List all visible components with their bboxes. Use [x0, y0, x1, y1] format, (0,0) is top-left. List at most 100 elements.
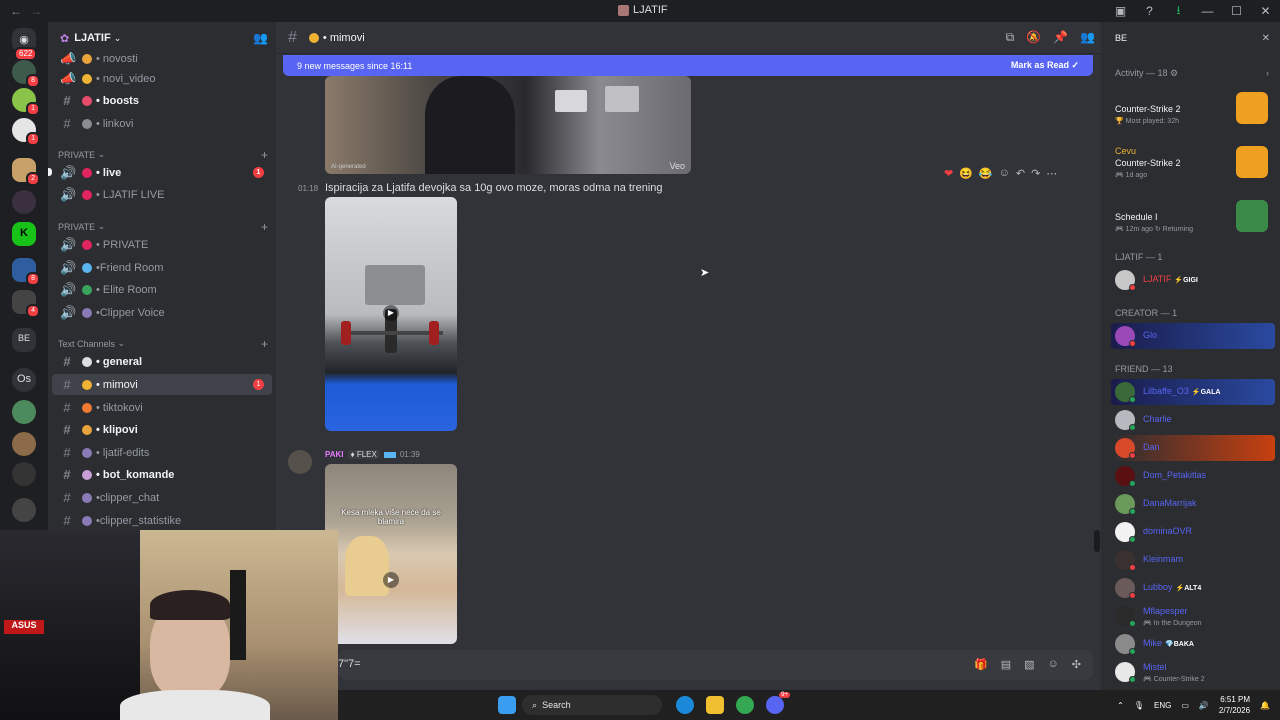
channel-novi-video[interactable]: 📣 • novi_video — [52, 68, 272, 89]
server-icon-1[interactable]: 8 — [12, 60, 40, 88]
activity-header[interactable]: Activity — 18 ⚙ › — [1115, 68, 1275, 79]
heart-reaction-icon[interactable]: ❤ — [944, 167, 953, 180]
member-item[interactable]: LJATIF ⚡GIGI — [1111, 267, 1275, 293]
clock[interactable]: 6:51 PM 2/7/2026 — [1219, 694, 1250, 716]
play-icon[interactable]: ▶ — [383, 572, 399, 588]
member-item[interactable]: dominaOVR — [1111, 519, 1275, 545]
add-reaction-icon[interactable]: ☺ — [999, 167, 1010, 180]
scrollbar[interactable] — [1094, 530, 1100, 552]
edge-icon[interactable] — [676, 696, 694, 714]
channel-tiktokovi[interactable]: # • tiktokovi — [52, 397, 272, 418]
close-window-button[interactable]: ✕ — [1251, 4, 1280, 18]
inbox-icon[interactable]: ▣ — [1106, 4, 1135, 18]
gift-icon[interactable]: 🎁 — [974, 658, 988, 671]
server-icon-2[interactable]: 1 — [12, 88, 40, 116]
member-item[interactable]: Dan — [1111, 435, 1275, 461]
new-messages-bar[interactable]: 9 new messages since 16:11 Mark as Read … — [283, 55, 1093, 76]
maximize-button[interactable]: ☐ — [1222, 4, 1251, 18]
channel-ljatif-edits[interactable]: # • ljatif-edits — [52, 442, 272, 463]
more-options-icon[interactable]: ⋯ — [1046, 167, 1057, 180]
sticker-icon[interactable]: ▧ — [1024, 658, 1034, 671]
apps-icon[interactable]: ✣ — [1072, 658, 1081, 671]
reply-icon[interactable]: ↶ — [1016, 167, 1025, 180]
volume-icon[interactable]: 🔊 — [1199, 701, 1209, 710]
avatar[interactable] — [288, 450, 312, 474]
download-icon[interactable]: ⭳ — [1164, 1, 1193, 22]
direct-messages-button[interactable]: ◉ 622 — [12, 28, 38, 61]
network-icon[interactable]: ▭ — [1181, 701, 1189, 710]
member-item[interactable]: Mistel 🎮 Counter-Strike 2 — [1111, 659, 1275, 685]
channel-linkovi[interactable]: # • linkovi — [52, 113, 272, 134]
category-private-1[interactable]: PRIVATE ⌄ + — [58, 148, 268, 162]
add-channel-icon[interactable]: + — [261, 148, 268, 162]
member-item[interactable]: Mike 💎BAKA — [1111, 631, 1275, 657]
server-icon-8[interactable] — [12, 400, 36, 424]
minimize-button[interactable]: — — [1193, 4, 1222, 18]
channel-clipper-statistike[interactable]: # •clipper_statistike — [52, 510, 272, 530]
clear-search-icon[interactable]: ✕ — [1262, 33, 1270, 44]
forward-icon[interactable]: ↷ — [1031, 167, 1040, 180]
member-item[interactable]: DanaMarrijak — [1111, 491, 1275, 517]
server-icon-10[interactable] — [12, 462, 36, 486]
channel-ljatif-live[interactable]: 🔊 • LJATIF LIVE — [52, 184, 272, 205]
server-icon-11[interactable] — [12, 498, 36, 522]
channel-clipper-voice[interactable]: 🔊 •Clipper Voice — [52, 302, 272, 323]
channel-klipovi[interactable]: # • klipovi — [52, 419, 272, 440]
channel-mimovi[interactable]: # • mimovi 1 — [52, 374, 272, 395]
server-icon-3[interactable]: 1 — [12, 118, 40, 146]
server-icon-os[interactable]: Os — [12, 368, 36, 392]
help-icon[interactable]: ? — [1135, 4, 1164, 18]
composer-input[interactable]: 7"7= — [338, 658, 361, 670]
video-attachment[interactable]: Kesa mleka više neće da se blamira ▶ — [325, 464, 457, 644]
server-icon-9[interactable] — [12, 432, 36, 456]
channel-private[interactable]: 🔊 • PRIVATE — [52, 234, 272, 255]
channel-general[interactable]: # • general — [52, 351, 272, 372]
laugh-reaction-icon[interactable]: 😆 — [959, 167, 973, 180]
server-icon-be[interactable]: BE — [12, 328, 36, 352]
channel-boosts[interactable]: # • boosts — [52, 90, 272, 111]
server-icon-ljatif[interactable]: 2 — [12, 158, 40, 186]
server-icon-kick[interactable]: K — [12, 222, 36, 246]
add-channel-icon[interactable]: + — [261, 220, 268, 234]
forward-arrow-icon[interactable]: → — [30, 4, 42, 18]
add-channel-icon[interactable]: + — [261, 337, 268, 351]
member-item[interactable]: Lubboy ⚡ALT4 — [1111, 575, 1275, 601]
activity-card[interactable]: Schedule I 🎮 12m ago ↻ Returning — [1109, 196, 1272, 242]
discord-icon[interactable]: 9+ — [766, 692, 790, 714]
member-item[interactable]: Lilbaffe_O3 ⚡GALA — [1111, 379, 1275, 405]
member-list-icon[interactable]: 👥 — [1080, 30, 1095, 45]
server-icon-5[interactable] — [12, 190, 36, 214]
back-arrow-icon[interactable]: ← — [10, 4, 22, 18]
video-attachment[interactable]: AI-generated Veo — [325, 76, 691, 174]
taskbar-search[interactable]: ⌕ Search — [522, 695, 662, 715]
notifications-muted-icon[interactable]: 🔕 — [1026, 30, 1041, 45]
server-folder-1[interactable]: 8 — [12, 258, 40, 286]
pin-icon[interactable]: 📌 — [1053, 30, 1068, 45]
threads-icon[interactable]: ⧉ — [1006, 30, 1015, 45]
channel-novosti[interactable]: 📣 • novosti — [52, 48, 272, 69]
channel-elite-room[interactable]: 🔊 • Elite Room — [52, 279, 272, 300]
channel-bot-komande[interactable]: # • bot_komande — [52, 464, 272, 485]
member-item[interactable]: Kleinmam — [1111, 547, 1275, 573]
microphone-icon[interactable]: 🎙 — [1134, 701, 1144, 710]
channel-friend-room[interactable]: 🔊 •Friend Room — [52, 257, 272, 278]
activity-card[interactable]: Counter-Strike 2 🏆 Most played: 32h — [1109, 88, 1272, 134]
start-button[interactable] — [498, 696, 516, 714]
member-item[interactable]: Dom_Petakitlas — [1111, 463, 1275, 489]
gif-icon[interactable]: ▤ — [1001, 658, 1011, 671]
file-explorer-icon[interactable] — [706, 696, 724, 714]
add-member-icon[interactable]: 👥 — [253, 31, 268, 45]
chrome-icon[interactable] — [736, 696, 754, 714]
channel-live[interactable]: 🔊 • live 1 — [52, 162, 272, 183]
username[interactable]: PAKI — [325, 450, 344, 459]
emoji-icon[interactable]: ☺ — [1048, 658, 1059, 671]
notifications-icon[interactable]: 🔔 — [1260, 701, 1270, 710]
server-folder-2[interactable]: 4 — [12, 290, 40, 318]
mark-as-read-button[interactable]: Mark as Read ✓ — [1011, 60, 1079, 71]
category-text-channels[interactable]: Text Channels ⌄ + — [58, 337, 268, 351]
channel-clipper-chat[interactable]: # •clipper_chat — [52, 487, 272, 508]
video-attachment[interactable]: ▶ — [325, 197, 457, 431]
message-composer[interactable]: 7"7= 🎁 ▤ ▧ ☺ ✣ — [338, 650, 1093, 680]
member-item[interactable]: Charlie — [1111, 407, 1275, 433]
member-item[interactable]: Mflapesper 🎮 In the Dungeon — [1111, 603, 1275, 629]
